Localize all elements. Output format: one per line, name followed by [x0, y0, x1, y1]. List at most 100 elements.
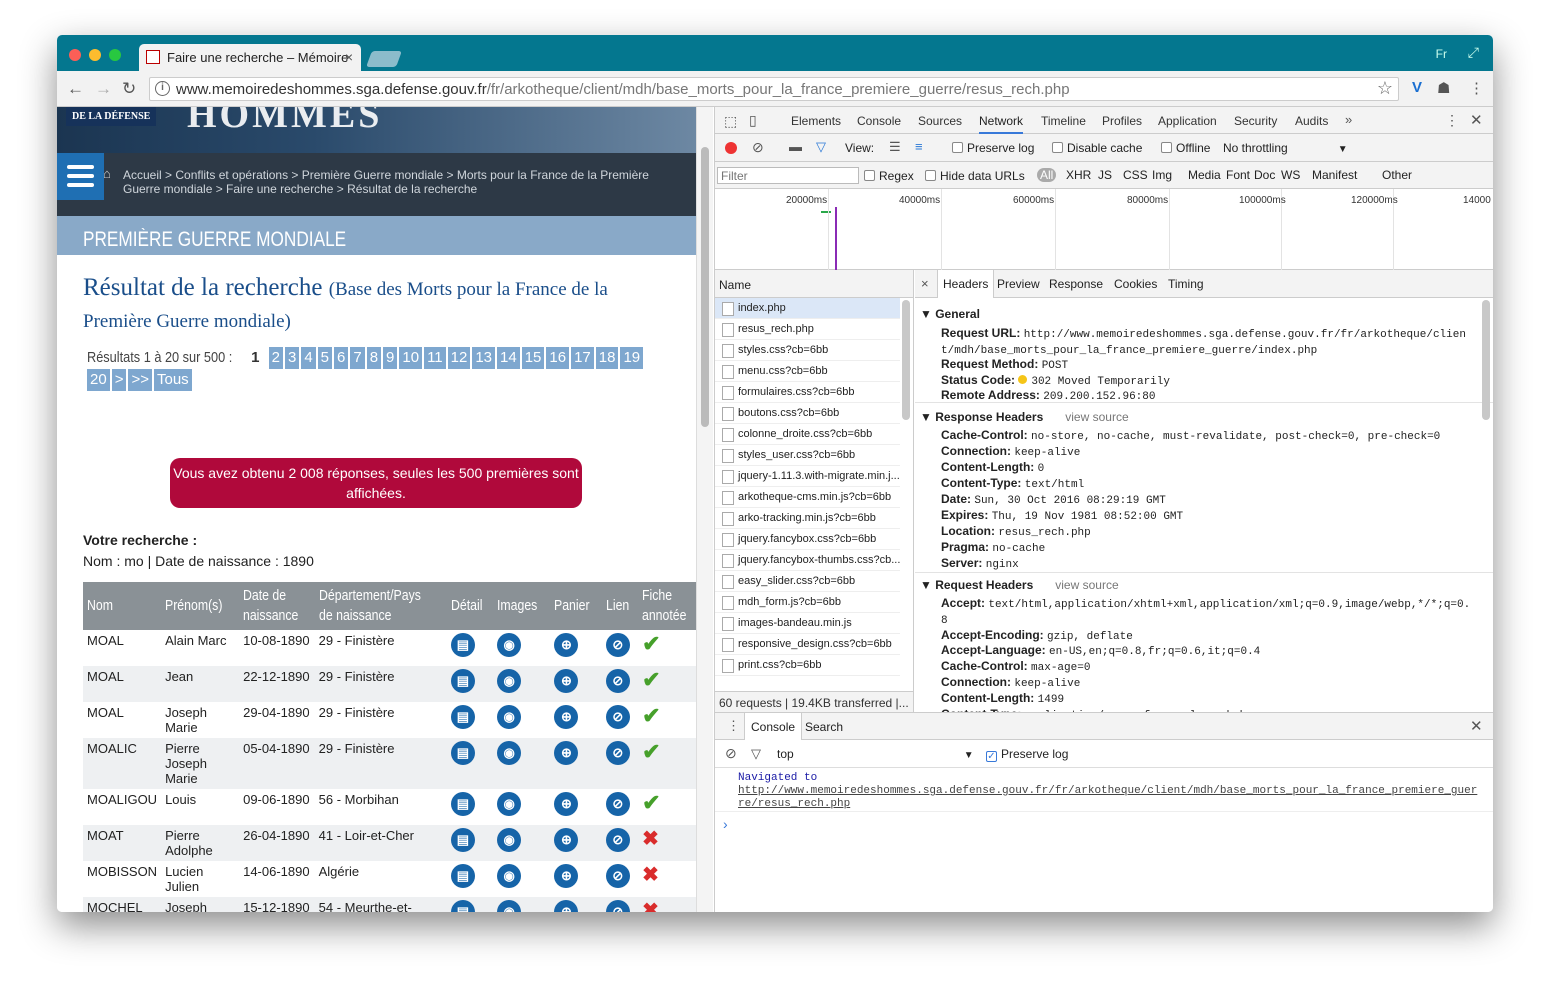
images-icon[interactable]: ◉: [497, 900, 522, 912]
basket-icon[interactable]: ⊕: [554, 633, 579, 657]
type-filter-js[interactable]: JS: [1098, 168, 1112, 182]
link-icon[interactable]: ⊘: [605, 792, 630, 816]
request-row[interactable]: mdh_form.js?cb=6bb: [715, 592, 900, 613]
link-icon[interactable]: ⊘: [605, 828, 630, 852]
breadcrumb-text[interactable]: Accueil > Conflits et opérations > Premi…: [123, 168, 649, 196]
detail-tab-cookies[interactable]: Cookies: [1114, 277, 1157, 291]
hide-data-urls-checkbox[interactable]: Hide data URLs: [925, 169, 1025, 183]
tab-search[interactable]: Search: [805, 720, 843, 734]
request-row[interactable]: resus_rech.php: [715, 319, 900, 340]
images-icon[interactable]: ◉: [497, 828, 522, 852]
detail-icon[interactable]: ▤: [450, 864, 475, 888]
request-row[interactable]: responsive_design.css?cb=6bb: [715, 634, 900, 655]
section-toggle[interactable]: ▼ General: [920, 307, 980, 321]
inspect-icon[interactable]: ⬚: [724, 113, 737, 130]
device-toolbar-icon[interactable]: ▯: [749, 112, 757, 129]
type-filter-all[interactable]: All: [1037, 168, 1057, 182]
basket-icon[interactable]: ⊕: [554, 792, 579, 816]
request-row[interactable]: boutons.css?cb=6bb: [715, 403, 900, 424]
forward-icon[interactable]: →: [95, 79, 112, 99]
type-filter-other[interactable]: Other: [1382, 168, 1412, 182]
link-icon[interactable]: ⊘: [605, 741, 630, 765]
page-link[interactable]: 9: [383, 347, 398, 369]
page-link[interactable]: >: [111, 369, 127, 391]
request-row[interactable]: menu.css?cb=6bb: [715, 361, 900, 382]
breadcrumb[interactable]: ⌂ Accueil > Conflits et opérations > Pre…: [103, 167, 683, 197]
tab-close-icon[interactable]: ×: [345, 49, 353, 65]
images-icon[interactable]: ◉: [497, 633, 522, 657]
type-filter-css[interactable]: CSS: [1123, 168, 1148, 182]
request-row[interactable]: colonne_droite.css?cb=6bb: [715, 424, 900, 445]
clear-icon[interactable]: ⊘: [752, 139, 764, 156]
request-row[interactable]: formulaires.css?cb=6bb: [715, 382, 900, 403]
detail-tab-headers[interactable]: Headers: [937, 270, 995, 298]
link-icon[interactable]: ⊘: [605, 864, 630, 888]
request-row[interactable]: index.php: [715, 298, 900, 319]
offline-checkbox[interactable]: Offline: [1161, 141, 1210, 155]
page-link[interactable]: 18: [595, 347, 619, 369]
address-bar[interactable]: i www.memoiredeshommes.sga.defense.gouv.…: [149, 77, 1399, 101]
type-filter-font[interactable]: Font: [1226, 168, 1250, 182]
request-row[interactable]: print.css?cb=6bb: [715, 655, 900, 676]
basket-icon[interactable]: ⊕: [554, 705, 579, 729]
filter-input[interactable]: [717, 167, 859, 184]
page-link[interactable]: 13: [472, 347, 496, 369]
page-link[interactable]: Tous: [153, 369, 192, 391]
detail-icon[interactable]: ▤: [450, 792, 475, 816]
type-filter-media[interactable]: Media: [1188, 168, 1221, 182]
page-link[interactable]: 4: [301, 347, 316, 369]
back-icon[interactable]: ←: [67, 79, 84, 99]
page-link[interactable]: >>: [128, 369, 152, 391]
devtools-close-icon[interactable]: ✕: [1470, 111, 1483, 129]
tab-sources[interactable]: Sources: [918, 114, 962, 128]
detail-icon[interactable]: ▤: [450, 633, 475, 657]
page-link[interactable]: 2: [268, 347, 283, 369]
tab-network[interactable]: Network: [979, 114, 1024, 134]
page-link[interactable]: 14: [497, 347, 520, 369]
section-toggle[interactable]: ▼ Response Headers view source: [920, 410, 1129, 424]
detail-tab-timing[interactable]: Timing: [1168, 277, 1204, 291]
new-tab-button[interactable]: [366, 51, 402, 67]
tab-profiles[interactable]: Profiles: [1102, 114, 1142, 128]
page-link[interactable]: 8: [366, 347, 382, 369]
tab-elements[interactable]: Elements: [791, 114, 841, 128]
detail-icon[interactable]: ▤: [450, 669, 475, 693]
view-source-link[interactable]: view source: [1065, 410, 1128, 424]
request-row[interactable]: images-bandeau.min.js: [715, 613, 900, 634]
browser-tab[interactable]: Faire une recherche – Mémoire ×: [139, 44, 361, 71]
more-tabs-icon[interactable]: »: [1345, 112, 1352, 127]
reload-icon[interactable]: ↻: [122, 79, 136, 99]
link-icon[interactable]: ⊘: [605, 900, 630, 912]
link-icon[interactable]: ⊘: [605, 705, 630, 729]
request-row[interactable]: jquery.fancybox-thumbs.css?cb...: [715, 550, 900, 571]
page-link[interactable]: 19: [620, 347, 644, 369]
request-row[interactable]: arkotheque-cms.min.js?cb=6bb: [715, 487, 900, 508]
page-link[interactable]: 6: [334, 347, 349, 369]
close-window-button[interactable]: [69, 49, 81, 61]
info-icon[interactable]: i: [155, 81, 170, 96]
home-icon[interactable]: ⌂: [103, 167, 111, 181]
tab-audits[interactable]: Audits: [1295, 114, 1328, 128]
page-scroll-thumb[interactable]: [701, 147, 709, 427]
detail-icon[interactable]: ▤: [450, 705, 475, 729]
tab-security[interactable]: Security: [1234, 114, 1277, 128]
link-icon[interactable]: ⊘: [605, 669, 630, 693]
detail-tab-preview[interactable]: Preview: [997, 277, 1040, 291]
request-row[interactable]: easy_slider.css?cb=6bb: [715, 571, 900, 592]
devtools-menu-icon[interactable]: ⋮: [1445, 112, 1459, 129]
link-icon[interactable]: ⊘: [605, 633, 630, 657]
page-link[interactable]: 10: [399, 347, 423, 369]
detail-close-icon[interactable]: ×: [921, 276, 929, 291]
basket-icon[interactable]: ⊕: [554, 900, 579, 912]
request-row[interactable]: jquery-1.11.3.with-migrate.min.j...: [715, 466, 900, 487]
drawer-menu-icon[interactable]: ⋮: [727, 718, 740, 734]
regex-checkbox[interactable]: Regex: [864, 169, 914, 183]
tab-console[interactable]: Console: [744, 713, 803, 740]
maximize-window-button[interactable]: [109, 49, 121, 61]
page-link[interactable]: 16: [546, 347, 570, 369]
headers-scrollbar[interactable]: [1482, 300, 1490, 420]
profile-label[interactable]: Fr: [1436, 47, 1447, 61]
detail-tab-response[interactable]: Response: [1049, 277, 1103, 291]
type-filter-xhr[interactable]: XHR: [1066, 168, 1091, 182]
request-row[interactable]: styles.css?cb=6bb: [715, 340, 900, 361]
